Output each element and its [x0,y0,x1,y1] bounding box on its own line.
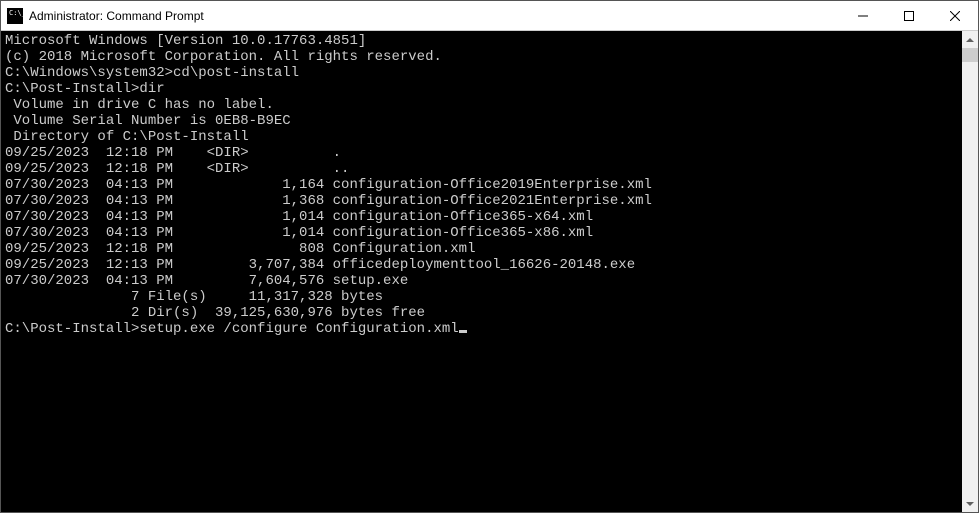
terminal-line: 07/30/2023 04:13 PM 1,014 configuration-… [5,209,958,225]
terminal-line: Volume in drive C has no label. [5,97,958,113]
window-controls [840,1,978,30]
terminal-line: 09/25/2023 12:18 PM <DIR> . [5,145,958,161]
terminal-line: 07/30/2023 04:13 PM 1,164 configuration-… [5,177,958,193]
terminal-line: (c) 2018 Microsoft Corporation. All righ… [5,49,958,65]
terminal-line: 07/30/2023 04:13 PM 1,014 configuration-… [5,225,958,241]
terminal-line: C:\Post-Install>dir [5,81,958,97]
maximize-button[interactable] [886,1,932,30]
terminal-line: 07/30/2023 04:13 PM 1,368 configuration-… [5,193,958,209]
scroll-down-arrow[interactable] [962,495,978,512]
scroll-up-arrow[interactable] [962,31,978,48]
terminal-line: 2 Dir(s) 39,125,630,976 bytes free [5,305,958,321]
vertical-scrollbar[interactable] [962,31,978,512]
cursor [459,330,467,333]
terminal-line: Microsoft Windows [Version 10.0.17763.48… [5,33,958,49]
terminal-line: 09/25/2023 12:13 PM 3,707,384 officedepl… [5,257,958,273]
terminal-line: 09/25/2023 12:18 PM 808 Configuration.xm… [5,241,958,257]
terminal-line: C:\Post-Install>setup.exe /configure Con… [5,321,958,337]
window-titlebar[interactable]: Administrator: Command Prompt [1,1,978,31]
terminal-line: 07/30/2023 04:13 PM 7,604,576 setup.exe [5,273,958,289]
terminal-line: 7 File(s) 11,317,328 bytes [5,289,958,305]
cmd-icon [7,8,23,24]
minimize-button[interactable] [840,1,886,30]
terminal-line: C:\Windows\system32>cd\post-install [5,65,958,81]
terminal-line: Volume Serial Number is 0EB8-B9EC [5,113,958,129]
scrollbar-thumb[interactable] [962,48,978,62]
terminal-area: Microsoft Windows [Version 10.0.17763.48… [1,31,978,512]
close-button[interactable] [932,1,978,30]
terminal-line: 09/25/2023 12:18 PM <DIR> .. [5,161,958,177]
scrollbar-track[interactable] [962,48,978,495]
terminal-output[interactable]: Microsoft Windows [Version 10.0.17763.48… [1,31,962,512]
window-title: Administrator: Command Prompt [29,9,840,23]
terminal-line: Directory of C:\Post-Install [5,129,958,145]
